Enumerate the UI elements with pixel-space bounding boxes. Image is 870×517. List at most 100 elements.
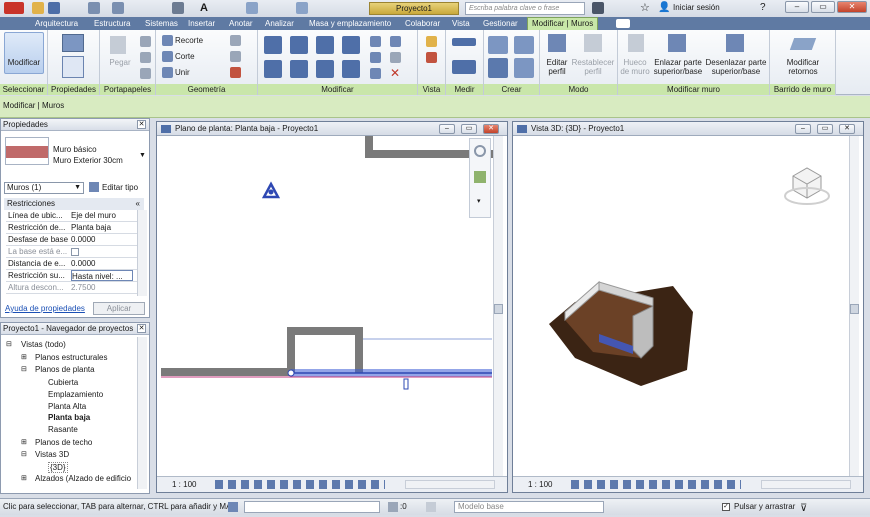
search-input[interactable]: Escriba palabra clave o frase — [465, 2, 585, 15]
property-row[interactable]: Restricción su... Hasta nivel: ... — [6, 270, 144, 282]
cut-geometry-icon[interactable] — [162, 51, 173, 62]
property-row[interactable]: La base está e... — [6, 246, 144, 258]
3d-model[interactable] — [513, 136, 853, 476]
split-icon[interactable] — [370, 36, 381, 47]
modify-button[interactable]: Modificar — [2, 58, 46, 67]
detach-icon[interactable] — [726, 34, 744, 52]
tree-item[interactable]: Planta Alta — [48, 402, 86, 411]
restore-button[interactable]: ▭ — [811, 1, 835, 13]
mirror-axis-icon[interactable] — [316, 36, 334, 54]
recorte-button[interactable]: Recorte — [175, 36, 217, 45]
close-button[interactable]: ✕ — [483, 124, 499, 134]
reset-profile-icon[interactable] — [584, 34, 602, 52]
join-icon[interactable] — [162, 67, 173, 78]
3d-view-icon[interactable] — [246, 2, 258, 14]
copy-icon[interactable] — [140, 52, 151, 63]
hide-icon[interactable] — [426, 36, 437, 47]
help-icon[interactable]: ? — [760, 2, 772, 14]
dimension-icon[interactable] — [452, 60, 476, 74]
open-icon[interactable] — [32, 2, 44, 14]
app-menu-icon[interactable] — [4, 2, 24, 14]
edit-profile-icon[interactable] — [548, 34, 566, 52]
measure-between-icon[interactable] — [452, 38, 476, 46]
user-icon[interactable]: 👤 — [658, 2, 670, 14]
tab-insertar[interactable]: Insertar — [188, 18, 215, 29]
edit-type-button[interactable]: Editar tipo — [102, 183, 138, 192]
wall-opening-button[interactable]: Hueco de muro — [618, 58, 652, 76]
paste-icon[interactable] — [110, 36, 126, 54]
tree-item[interactable]: Planos de techo — [35, 438, 92, 447]
modify-arrow-icon[interactable] — [4, 32, 44, 74]
wall-opening-icon[interactable] — [628, 34, 644, 52]
tab-arquitectura[interactable]: Arquitectura — [35, 18, 78, 29]
tab-estructura[interactable]: Estructura — [94, 18, 130, 29]
tree-item[interactable]: Cubierta — [48, 378, 78, 387]
workset-field[interactable] — [244, 501, 380, 513]
expand-icon[interactable]: ⊞ — [21, 474, 27, 482]
star-icon[interactable]: ☆ — [640, 2, 652, 14]
minimize-button[interactable]: – — [795, 124, 811, 134]
text-icon[interactable]: A — [200, 2, 212, 14]
offset-icon[interactable] — [290, 36, 308, 54]
3d-vertical-scrollbar[interactable] — [849, 136, 859, 478]
plan-scroll-thumb[interactable] — [494, 304, 503, 314]
properties-scrollbar[interactable] — [137, 210, 147, 296]
tree-item[interactable]: Planos de planta — [35, 365, 95, 374]
plan-vertical-scrollbar[interactable] — [493, 136, 503, 478]
view-controls-icons[interactable] — [215, 480, 385, 489]
reset-profile-button[interactable]: Restablecer perfil — [570, 58, 616, 76]
close-button[interactable]: ✕ — [837, 1, 867, 13]
tab-gestionar[interactable]: Gestionar — [483, 18, 518, 29]
delete-icon[interactable]: ✕ — [390, 67, 401, 79]
press-drag-checkbox[interactable]: ✓ — [722, 503, 730, 511]
design-options-icon[interactable] — [426, 502, 436, 512]
tree-item[interactable]: Vistas (todo) — [21, 340, 66, 349]
paint-icon[interactable] — [230, 67, 241, 78]
nav-expand-icon[interactable]: ▾ — [477, 197, 481, 205]
paste-button[interactable]: Pegar — [102, 58, 138, 67]
expand-icon[interactable]: ⊞ — [21, 438, 27, 446]
3d-scroll-thumb[interactable] — [850, 304, 859, 314]
checkbox-icon[interactable] — [71, 248, 79, 256]
similar-icon[interactable] — [488, 58, 508, 78]
tree-item[interactable]: Rasante — [48, 425, 78, 434]
undo-icon[interactable] — [88, 2, 100, 14]
measure-icon[interactable] — [172, 2, 184, 14]
attach-button[interactable]: Enlazar parte superior/base — [652, 58, 704, 76]
tab-analizar[interactable]: Analizar — [265, 18, 294, 29]
close-button[interactable]: ✕ — [839, 124, 855, 134]
detach-button[interactable]: Desenlazar parte superior/base — [704, 58, 768, 76]
plan-drawing[interactable] — [157, 136, 497, 476]
attach-icon[interactable] — [668, 34, 686, 52]
assembly-icon[interactable] — [514, 58, 534, 78]
constraints-group[interactable]: Restricciones « — [4, 198, 144, 210]
property-row[interactable]: Distancia de e... 0.0000 — [6, 258, 144, 270]
tab-vista[interactable]: Vista — [452, 18, 470, 29]
corte-button[interactable]: Corte — [175, 52, 217, 61]
redo-icon[interactable] — [112, 2, 124, 14]
view-controls-icons[interactable] — [571, 480, 741, 489]
cope-icon[interactable] — [162, 35, 173, 46]
tab-colaborar[interactable]: Colaborar — [405, 18, 440, 29]
create-parts-icon[interactable] — [488, 36, 508, 54]
restore-button[interactable]: ▭ — [817, 124, 833, 134]
properties-icon[interactable] — [62, 56, 84, 78]
tab-sistemas[interactable]: Sistemas — [145, 18, 178, 29]
move-icon[interactable] — [264, 60, 282, 78]
expand-icon[interactable]: ⊞ — [21, 353, 27, 361]
editable-icon[interactable] — [388, 502, 398, 512]
tree-item[interactable]: Alzados (Alzado de edificio — [35, 474, 131, 483]
ribbon-toggle-icon[interactable] — [616, 19, 630, 28]
edit-type-icon[interactable] — [89, 182, 99, 192]
modify-returns-icon[interactable] — [789, 38, 817, 50]
browser-scrollbar[interactable] — [137, 337, 147, 489]
worksets-icon[interactable] — [228, 502, 238, 512]
pin-icon[interactable] — [390, 36, 401, 47]
cut-icon[interactable] — [140, 36, 151, 47]
zoom-icon[interactable] — [474, 171, 486, 183]
tree-item[interactable]: Planos estructurales — [35, 353, 107, 362]
mirror-line-icon[interactable] — [342, 36, 360, 54]
property-row[interactable]: Restricción de... Planta baja — [6, 222, 144, 234]
expand-icon[interactable]: ⊟ — [21, 365, 27, 373]
override-icon[interactable] — [426, 52, 437, 63]
